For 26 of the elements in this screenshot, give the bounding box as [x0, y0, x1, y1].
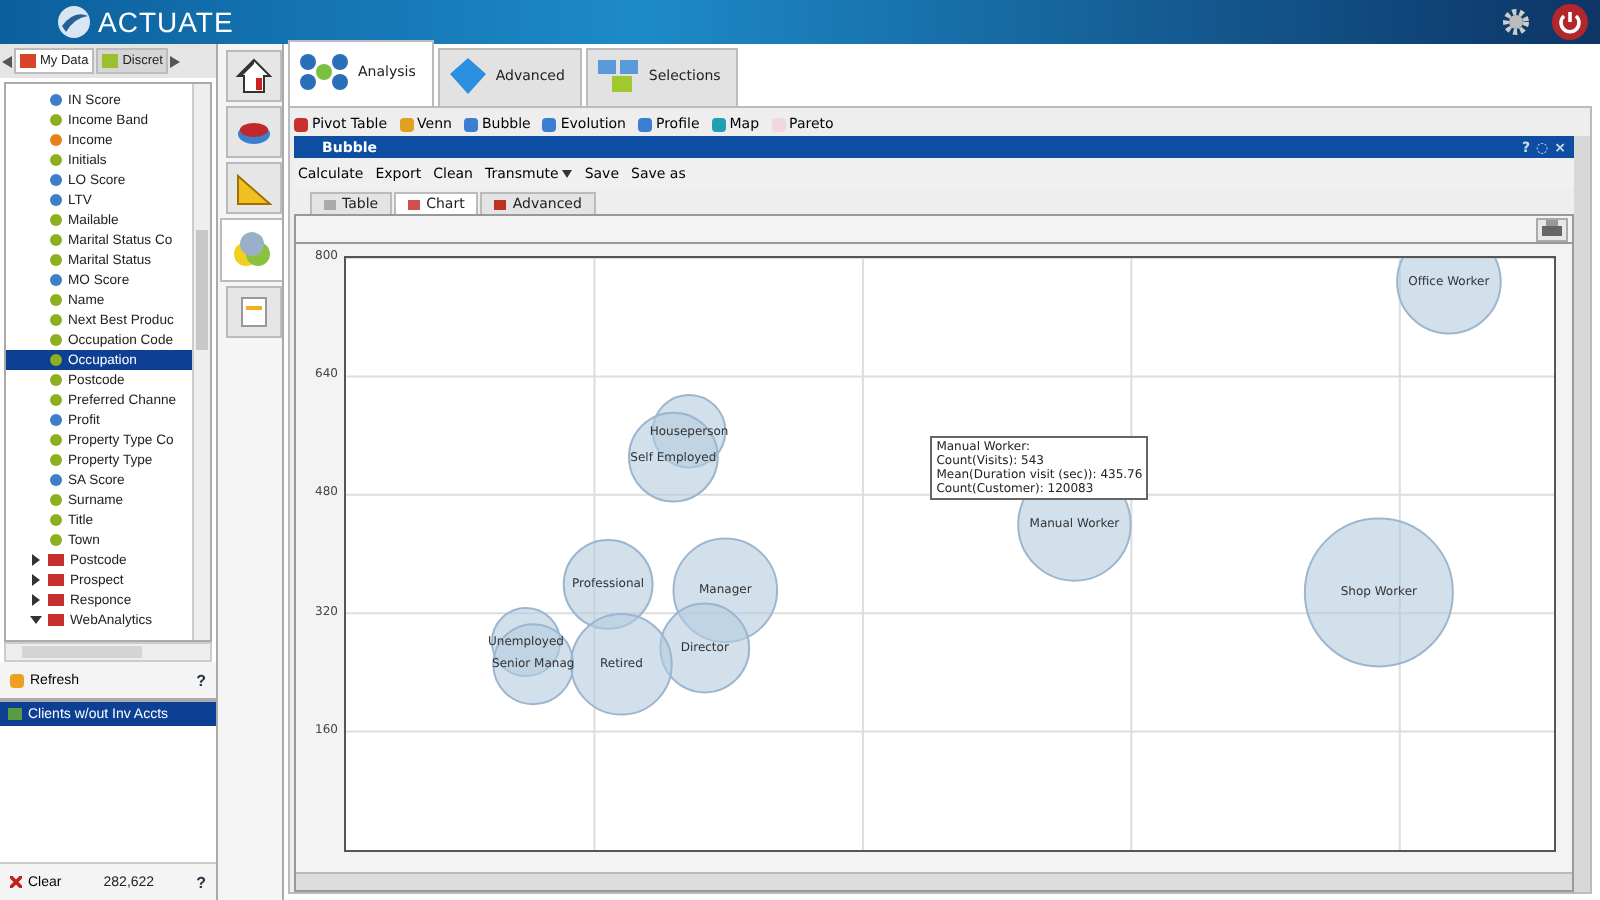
bubble[interactable]: [492, 623, 575, 706]
print-button[interactable]: [1536, 218, 1568, 242]
bowl-icon[interactable]: [226, 106, 282, 158]
logo-text: ACTUATE: [98, 6, 234, 38]
help-button[interactable]: ?: [194, 669, 208, 691]
scrollbar[interactable]: [192, 84, 210, 640]
settings-icon[interactable]: [1500, 6, 1532, 38]
blocks-icon: [596, 56, 641, 96]
expand-arrow-icon[interactable]: [30, 574, 42, 586]
scrollbar[interactable]: [4, 642, 212, 662]
note-icon[interactable]: [226, 286, 282, 338]
diamond-icon: [447, 56, 488, 96]
expand-arrow-icon[interactable]: [30, 594, 42, 606]
house-icon[interactable]: [226, 50, 282, 102]
expand-arrow-icon[interactable]: [30, 614, 42, 626]
ruler-icon[interactable]: [226, 162, 282, 214]
close-icon: [10, 876, 22, 888]
logo-icon: [56, 4, 92, 40]
molecule-icon: [298, 52, 350, 92]
expand-arrow-icon[interactable]: [30, 554, 42, 566]
help-button[interactable]: ?: [194, 871, 208, 893]
caret-icon: [562, 169, 573, 177]
power-icon[interactable]: [1552, 4, 1588, 40]
scrollbar[interactable]: [296, 872, 1572, 890]
bubble[interactable]: [1396, 258, 1502, 335]
bubble[interactable]: [562, 538, 654, 630]
